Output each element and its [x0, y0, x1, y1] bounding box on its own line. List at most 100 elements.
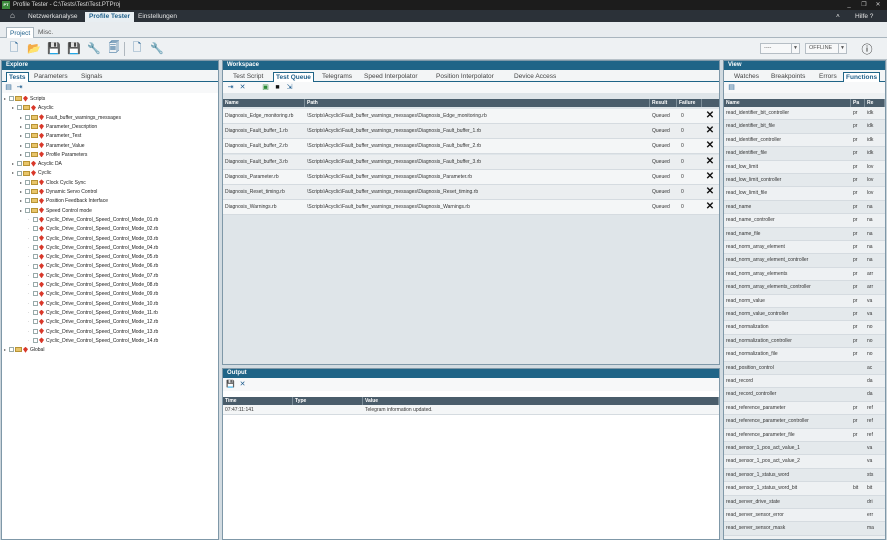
remove-row-icon[interactable]: ✕ [705, 171, 715, 182]
tree-item[interactable]: · Cyclic_Drive_Control_Speed_Control_Mode… [28, 271, 158, 280]
tree-checkbox[interactable] [33, 282, 38, 288]
filter-icon[interactable]: ▤ [727, 83, 736, 92]
close-button[interactable]: ✕ [872, 0, 884, 10]
queue-row[interactable]: Diagnosis_Fault_buffer_3.rb \Scripts\Acyc… [223, 154, 719, 170]
tree-checkbox[interactable] [25, 151, 30, 157]
filter-icon[interactable]: ▤ [4, 83, 13, 92]
queue-row[interactable]: Diagnosis_Fault_buffer_2.rb \Scripts\Acyc… [223, 139, 719, 155]
save-icon[interactable]: 💾 [47, 41, 61, 56]
tab-telegrams[interactable]: Telegrams [320, 72, 354, 82]
tree-checkbox[interactable] [33, 217, 38, 223]
function-row[interactable]: read_low_limit_controller pr lov [724, 174, 885, 188]
tab-device-access[interactable]: Device Access [512, 72, 558, 82]
remove-row-icon[interactable]: ✕ [705, 156, 715, 167]
tree-item[interactable]: · Cyclic_Drive_Control_Speed_Control_Mode… [28, 289, 158, 298]
tree-checkbox[interactable] [33, 328, 38, 334]
function-row[interactable]: read_norm_array_elements pr arr [724, 267, 885, 282]
function-row[interactable]: read_record_controller da [724, 388, 885, 402]
tree-item[interactable]: ▸ Profile Parameters [20, 150, 87, 159]
run-icon[interactable]: ▣ [261, 83, 270, 92]
remove-row-icon[interactable]: ✕ [705, 126, 715, 136]
col-failure[interactable]: Failure [677, 99, 702, 107]
import-icon[interactable]: ⇥ [226, 83, 235, 92]
tab-position-interpolator[interactable]: Position Interpolator [434, 72, 496, 82]
tab-parameters[interactable]: Parameters [32, 72, 70, 82]
home-icon[interactable]: ⌂ [6, 11, 19, 21]
function-row[interactable]: read_norm_array_element_controller pr na [724, 254, 885, 268]
tree-checkbox[interactable] [33, 244, 38, 250]
queue-row[interactable]: Diagnosis_Parameter.rb \Scripts\Acyclic\F… [223, 169, 719, 185]
function-row[interactable]: read_normalization_controller pr no [724, 334, 885, 349]
col-name[interactable]: Name [223, 99, 305, 107]
function-row[interactable]: read_identifier_controller pr idk [724, 133, 885, 148]
function-row[interactable]: read_norm_array_element pr na [724, 241, 885, 255]
tree-checkbox[interactable] [33, 254, 38, 260]
info-icon[interactable]: ⓘ [860, 41, 874, 56]
tree-item[interactable]: ▸ Scripts [4, 94, 45, 103]
tab-test-queue[interactable]: Test Queue [273, 72, 314, 82]
tree-checkbox[interactable] [25, 142, 30, 148]
tab-watches[interactable]: Watches [732, 72, 761, 82]
maximize-button[interactable]: ❐ [858, 0, 870, 10]
function-row[interactable]: read_norm_value pr va [724, 294, 885, 308]
tree-item[interactable]: ▸ Parameter_Test [20, 131, 81, 140]
tree-item[interactable]: · Cyclic_Drive_Control_Speed_Control_Mode… [28, 234, 158, 243]
tree-item[interactable]: · Cyclic_Drive_Control_Speed_Control_Mode… [28, 224, 158, 233]
remove-all-icon[interactable]: ✕ [238, 83, 247, 92]
tab-tests[interactable]: Tests [6, 72, 29, 82]
tree-item[interactable]: · Cyclic_Drive_Control_Speed_Control_Mode… [28, 299, 158, 308]
tree-item[interactable]: ▸ Acyclic DA [12, 159, 62, 168]
tree-item[interactable]: ▸ Dynamic Servo Control [20, 187, 97, 196]
function-row[interactable]: read_server_drive_state dri [724, 495, 885, 509]
col-function-name[interactable]: Name [724, 99, 851, 107]
function-row[interactable]: read_name pr na [724, 200, 885, 215]
function-row[interactable]: read_norm_array_elements_controller pr arr [724, 281, 885, 295]
tree-checkbox[interactable] [25, 179, 30, 185]
function-row[interactable]: read_sensor_1_pos_act_value_2 va [724, 455, 885, 469]
tree-item[interactable]: · Cyclic_Drive_Control_Speed_Control_Mode… [28, 327, 158, 336]
col-value[interactable]: Value [363, 397, 719, 405]
tree-item[interactable]: · Cyclic_Drive_Control_Speed_Control_Mode… [28, 336, 158, 345]
copy-icon[interactable]: 🗐 [107, 41, 121, 56]
function-row[interactable]: read_sensor_1_status_word_bit bit bit [724, 482, 885, 496]
tab-speed-interpolator[interactable]: Speed Interpolator [362, 72, 419, 82]
queue-row[interactable]: Diagnosis_Edge_monitoring.rb \Scripts\Acy… [223, 109, 719, 124]
remove-row-icon[interactable]: ✕ [705, 187, 715, 197]
tree-item[interactable]: ▸ Parameter_Description [20, 122, 97, 131]
function-row[interactable]: read_reference_parameter_file pr ref [724, 428, 885, 442]
tree-checkbox[interactable] [33, 300, 38, 306]
tab-signals[interactable]: Signals [79, 72, 104, 82]
tree-checkbox[interactable] [17, 105, 22, 111]
tree-checkbox[interactable] [33, 263, 38, 269]
function-row[interactable]: read_norm_value_controller pr va [724, 308, 885, 322]
tree-item[interactable]: · Cyclic_Drive_Control_Speed_Control_Mode… [28, 243, 158, 252]
col-path[interactable]: Path [305, 99, 650, 107]
tree-checkbox[interactable] [9, 347, 14, 353]
tab-functions[interactable]: Functions [843, 72, 881, 82]
save-as-icon[interactable]: 💾 [67, 41, 81, 56]
function-row[interactable]: read_identifier_bit_controller pr idk [724, 107, 885, 121]
chevron-down-icon[interactable]: ▼ [791, 44, 799, 53]
col-type[interactable]: Type [293, 397, 363, 405]
tree-checkbox[interactable] [9, 96, 14, 102]
function-row[interactable]: read_reference_parameter_controller pr ref [724, 415, 885, 429]
collapse-ribbon-icon[interactable]: ˄ [832, 12, 844, 22]
tree-checkbox[interactable] [25, 198, 30, 204]
remove-row-icon[interactable]: ✕ [705, 202, 715, 212]
remove-row-icon[interactable]: ✕ [705, 141, 715, 151]
function-row[interactable]: read_server_sensor_mask ma [724, 522, 885, 536]
function-row[interactable]: read_identifier_file pr idk [724, 147, 885, 161]
tree-checkbox[interactable] [25, 114, 30, 120]
function-row[interactable]: read_low_limit pr lov [724, 160, 885, 174]
tree-item[interactable]: · Cyclic_Drive_Control_Speed_Control_Mode… [28, 252, 158, 261]
tree-checkbox[interactable] [17, 161, 22, 167]
tab-misc[interactable]: Misc. [35, 27, 56, 38]
tools-icon[interactable]: 🔧 [87, 41, 101, 56]
tree-item[interactable]: ▸ Acyclic [12, 103, 54, 112]
tree-checkbox[interactable] [33, 226, 38, 232]
tab-errors[interactable]: Errors [817, 72, 839, 82]
function-row[interactable]: read_normalization pr no [724, 321, 885, 335]
col-result[interactable]: Result [650, 99, 677, 107]
tree-checkbox[interactable] [33, 235, 38, 241]
tree-item[interactable]: · Cyclic_Drive_Control_Speed_Control_Mode… [28, 261, 158, 270]
